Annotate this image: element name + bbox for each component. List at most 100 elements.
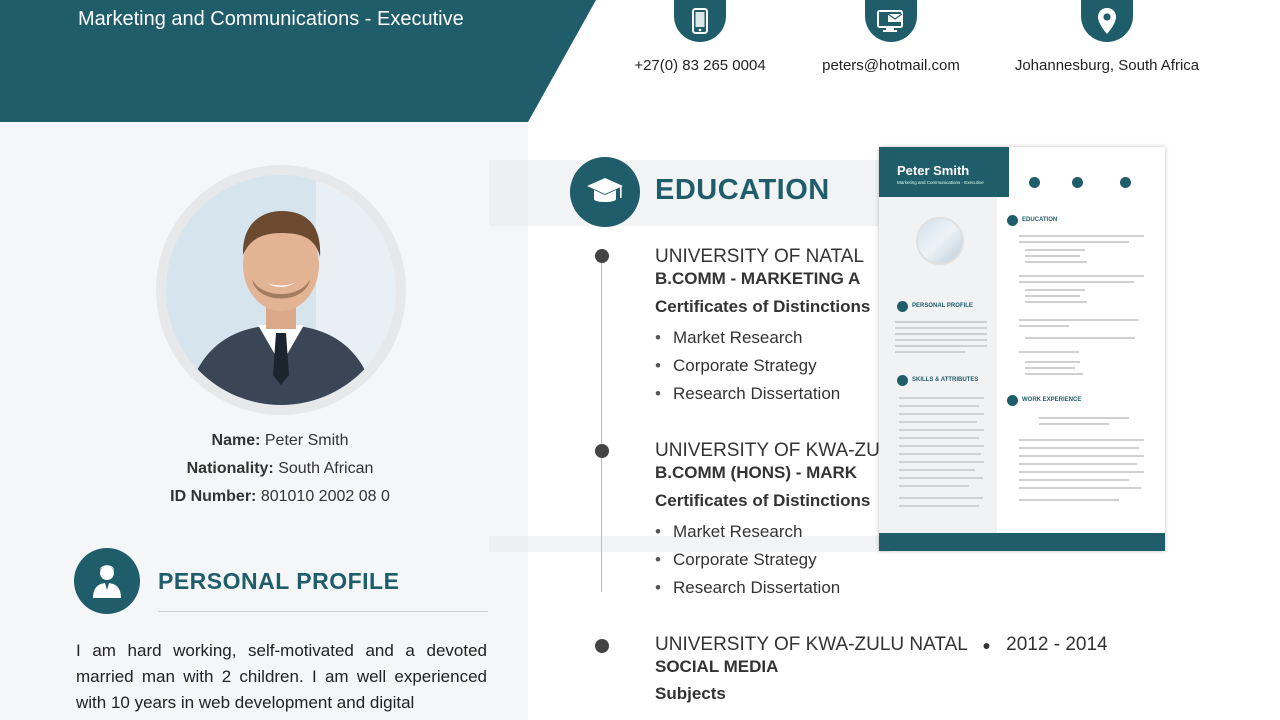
thumb-text-line: [899, 445, 984, 447]
education-section-title: EDUCATION: [655, 174, 830, 206]
email-address: peters@hotmail.com: [822, 57, 960, 74]
thumb-work-icon: [1007, 395, 1018, 406]
thumb-text-line: [1025, 361, 1080, 363]
thumb-text-line: [1019, 463, 1137, 465]
thumb-text-line: [895, 351, 965, 353]
id-line: ID Number: 801010 2002 08 0: [0, 488, 560, 506]
graduation-cap-icon: [570, 157, 640, 227]
thumb-text-line: [1039, 423, 1109, 425]
thumb-name: Peter Smith: [897, 163, 970, 178]
name-line: Name: Peter Smith: [0, 432, 560, 450]
phone-icon: [674, 0, 726, 42]
person-icon: [74, 548, 140, 614]
thumb-text-line: [899, 429, 984, 431]
location-text: Johannesburg, South Africa: [1014, 57, 1200, 74]
edu-subheading: Certificates of Distinctions: [655, 491, 871, 510]
thumb-text-line: [1019, 319, 1139, 321]
edu-years: 2012 - 2014: [1006, 634, 1108, 655]
thumb-section-title: PERSONAL PROFILE: [912, 303, 973, 309]
id-value: 801010 2002 08 0: [260, 488, 390, 505]
thumb-text-line: [895, 345, 987, 347]
contact-phone: +27(0) 83 265 0004: [600, 0, 800, 74]
thumb-text-line: [1025, 295, 1080, 297]
profile-divider: [158, 611, 488, 612]
thumb-text-line: [1039, 417, 1129, 419]
thumb-phone-icon: [1029, 177, 1040, 188]
thumb-text-line: [1025, 289, 1085, 291]
list-item: • Market Research: [655, 328, 803, 347]
name-value: Peter Smith: [264, 432, 349, 449]
thumb-email-icon: [1072, 177, 1083, 188]
thumb-section-title: SKILLS & ATTRIBUTES: [912, 377, 979, 383]
thumb-text-line: [1019, 499, 1119, 501]
thumb-text-line: [1025, 249, 1085, 251]
timeline-dot: [595, 249, 609, 263]
list-item: • Corporate Strategy: [655, 550, 817, 569]
thumb-text-line: [1019, 447, 1139, 449]
thumb-text-line: [1019, 241, 1129, 243]
thumb-text-line: [899, 413, 984, 415]
nationality-label: Nationality:: [186, 460, 274, 477]
contact-email: peters@hotmail.com: [791, 0, 991, 74]
edu-university: UNIVERSITY OF KWA-ZU: [655, 440, 880, 461]
nationality-value: South African: [278, 460, 374, 477]
thumb-text-line: [1025, 261, 1087, 263]
thumb-text-line: [1019, 281, 1134, 283]
thumb-text-line: [899, 397, 984, 399]
thumb-text-line: [895, 327, 987, 329]
edu-university-with-years: UNIVERSITY OF KWA-ZULU NATAL ● 2012 - 20…: [655, 634, 1108, 655]
computer-mail-icon: [865, 0, 917, 42]
edu-degree: SOCIAL MEDIA: [655, 657, 779, 676]
thumb-text-line: [1019, 487, 1141, 489]
thumb-photo: [916, 217, 964, 265]
thumb-text-line: [1025, 373, 1083, 375]
profile-section-title: PERSONAL PROFILE: [158, 568, 400, 594]
list-item: • Research Dissertation: [655, 578, 841, 597]
thumb-text-line: [899, 421, 977, 423]
thumb-text-line: [899, 497, 983, 499]
contact-location: Johannesburg, South Africa: [1007, 0, 1207, 74]
location-pin-icon: [1081, 0, 1133, 42]
thumb-text-line: [1019, 325, 1069, 327]
thumb-text-line: [895, 339, 987, 341]
thumb-text-line: [1025, 301, 1087, 303]
edu-subheading: Subjects: [655, 684, 726, 703]
list-item: • Market Research: [655, 522, 803, 541]
thumb-text-line: [899, 485, 969, 487]
edu-university: UNIVERSITY OF KWA-ZULU NATAL: [655, 634, 968, 655]
thumb-text-line: [1019, 479, 1129, 481]
id-label: ID Number:: [170, 488, 257, 505]
timeline-line: [601, 256, 602, 592]
thumb-text-line: [895, 321, 987, 323]
thumb-text-line: [1025, 367, 1075, 369]
thumb-text-line: [1019, 455, 1144, 457]
thumb-text-line: [899, 437, 979, 439]
phone-number: +27(0) 83 265 0004: [634, 57, 766, 74]
thumb-footer: [879, 533, 1165, 551]
thumb-profile-icon: [897, 301, 908, 312]
thumb-education-icon: [1007, 215, 1018, 226]
edu-university: UNIVERSITY OF NATAL: [655, 246, 865, 267]
thumb-text-line: [1025, 255, 1080, 257]
thumb-text-line: [899, 453, 981, 455]
thumb-text-line: [1025, 337, 1135, 339]
edu-subheading: Certificates of Distinctions: [655, 297, 871, 316]
name-label: Name:: [211, 432, 261, 449]
thumb-text-line: [899, 477, 983, 479]
thumb-text-line: [1019, 235, 1144, 237]
nationality-line: Nationality: South African: [0, 460, 560, 478]
timeline-dot: [595, 639, 609, 653]
job-title: Marketing and Communications - Executive: [78, 8, 464, 30]
thumb-subtitle: Marketing and Communications - Executive: [897, 180, 984, 185]
thumb-text-line: [1019, 471, 1144, 473]
thumb-text-line: [895, 333, 987, 335]
profile-text: I am hard working, self-motivated and a …: [76, 641, 487, 712]
edu-degree: B.COMM (HONS) - MARK: [655, 463, 858, 482]
edu-degree: B.COMM - MARKETING A: [655, 269, 861, 288]
thumb-location-icon: [1120, 177, 1131, 188]
thumb-text-line: [899, 461, 984, 463]
thumb-text-line: [899, 505, 979, 507]
thumb-text-line: [1019, 439, 1144, 441]
thumb-section-title: WORK EXPERIENCE: [1022, 397, 1082, 403]
profile-photo: [166, 175, 396, 405]
